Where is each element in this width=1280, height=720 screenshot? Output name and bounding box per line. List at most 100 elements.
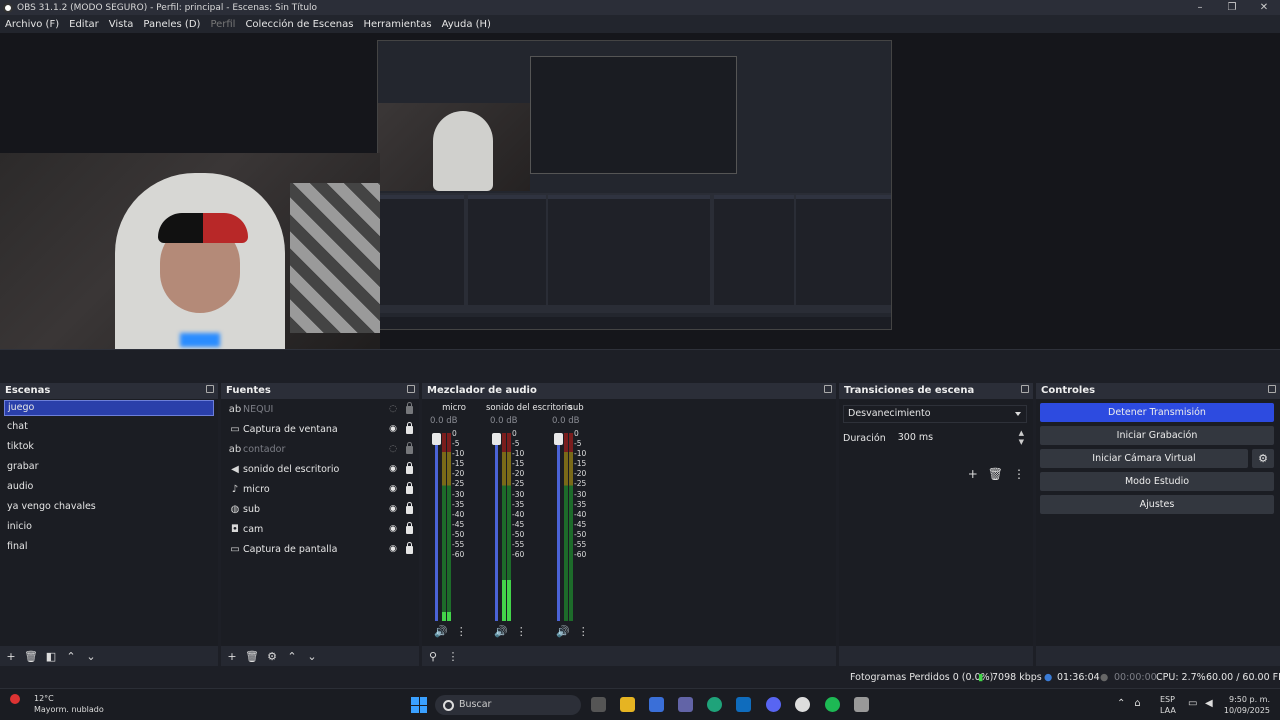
- source-item[interactable]: ▭ Captura de pantalla ◉: [221, 539, 419, 559]
- lock-icon[interactable]: [406, 542, 413, 554]
- lock-icon[interactable]: [406, 462, 413, 474]
- hidden-eye-icon[interactable]: ◌: [389, 444, 397, 454]
- minimize-icon[interactable]: –: [1184, 0, 1216, 15]
- advanced-audio-button[interactable]: ⚲: [426, 650, 440, 663]
- lock-icon[interactable]: [406, 502, 413, 514]
- volume-slider[interactable]: [435, 433, 438, 621]
- file-explorer-icon[interactable]: [620, 697, 635, 712]
- scene-item[interactable]: juego: [4, 400, 214, 416]
- source-properties-button[interactable]: ⚙: [265, 650, 279, 663]
- lock-icon[interactable]: [406, 522, 413, 534]
- volume-slider-knob[interactable]: [554, 433, 563, 445]
- transition-menu-button[interactable]: ⋮: [1013, 467, 1025, 481]
- source-item[interactable]: ▭ Captura de ventana ◉: [221, 419, 419, 439]
- discord-icon[interactable]: [766, 697, 781, 712]
- volume-slider[interactable]: [495, 433, 498, 621]
- obs-taskbar-icon[interactable]: [795, 697, 810, 712]
- spotify-icon[interactable]: [825, 697, 840, 712]
- channel-menu-icon[interactable]: ⋮: [456, 625, 467, 638]
- move-up-button[interactable]: ⌃: [64, 650, 78, 663]
- scene-item[interactable]: final: [0, 537, 218, 557]
- app-window-icon[interactable]: [854, 697, 869, 712]
- language-indicator[interactable]: ESP LAA: [1160, 694, 1176, 716]
- volume-slider-knob[interactable]: [492, 433, 501, 445]
- menu-edit[interactable]: Editar: [64, 19, 104, 30]
- menu-profile[interactable]: Perfil: [205, 19, 240, 30]
- source-item[interactable]: ◍ sub ◉: [221, 499, 419, 519]
- settings-button[interactable]: Ajustes: [1040, 495, 1274, 514]
- eye-icon[interactable]: ◉: [389, 424, 397, 434]
- scene-filters-button[interactable]: ◧: [44, 650, 58, 663]
- remove-scene-button[interactable]: 🗑: [24, 650, 38, 663]
- menu-tools[interactable]: Herramientas: [358, 19, 436, 30]
- scene-item[interactable]: chat: [0, 417, 218, 437]
- undock-icon[interactable]: [1021, 385, 1029, 393]
- start-recording-button[interactable]: Iniciar Grabación: [1040, 426, 1274, 445]
- system-tray-icons[interactable]: ⌃⌂: [1117, 698, 1150, 709]
- lock-icon[interactable]: [406, 422, 413, 434]
- edge-icon[interactable]: [707, 697, 722, 712]
- eye-icon[interactable]: ◉: [389, 464, 397, 474]
- eye-icon[interactable]: ◉: [389, 504, 397, 514]
- volume-slider-knob[interactable]: [432, 433, 441, 445]
- channel-menu-icon[interactable]: ⋮: [516, 625, 527, 638]
- add-scene-button[interactable]: +: [4, 650, 18, 663]
- mixer-menu-button[interactable]: ⋮: [446, 650, 460, 663]
- scene-item[interactable]: inicio: [0, 517, 218, 537]
- undock-icon[interactable]: [206, 385, 214, 393]
- hidden-eye-icon[interactable]: ◌: [389, 404, 397, 414]
- menu-help[interactable]: Ayuda (H): [437, 19, 496, 30]
- channel-menu-icon[interactable]: ⋮: [578, 625, 589, 638]
- eye-icon[interactable]: ◉: [389, 544, 397, 554]
- gear-icon[interactable]: ⚙: [1252, 449, 1274, 468]
- clock[interactable]: 9:50 p. m. 10/09/2025: [1224, 694, 1270, 716]
- lock-icon[interactable]: [406, 402, 413, 414]
- source-item[interactable]: ♪ micro ◉: [221, 479, 419, 499]
- source-item[interactable]: ab NEQUI ◌: [221, 399, 419, 419]
- scene-item[interactable]: tiktok: [0, 437, 218, 457]
- remove-source-button[interactable]: 🗑: [245, 650, 259, 663]
- speaker-icon[interactable]: 🔊: [494, 625, 508, 638]
- speaker-icon[interactable]: 🔊: [434, 625, 448, 638]
- source-item[interactable]: ◘ cam ◉: [221, 519, 419, 539]
- teams-icon[interactable]: [678, 697, 693, 712]
- undock-icon[interactable]: [407, 385, 415, 393]
- task-view-icon[interactable]: [591, 697, 606, 712]
- menu-docks[interactable]: Paneles (D): [138, 19, 205, 30]
- undock-icon[interactable]: [824, 385, 832, 393]
- volume-icon[interactable]: ◀: [1205, 698, 1213, 709]
- maximize-icon[interactable]: ❐: [1216, 0, 1248, 15]
- scene-item[interactable]: ya vengo chavales: [0, 497, 218, 517]
- eye-icon[interactable]: ◉: [389, 484, 397, 494]
- network-icon[interactable]: ▭: [1188, 698, 1197, 709]
- webcam-source[interactable]: [0, 153, 380, 367]
- scene-item[interactable]: audio: [0, 477, 218, 497]
- duration-input[interactable]: 300 ms ▲ ▼: [893, 429, 1027, 447]
- add-transition-button[interactable]: +: [968, 467, 978, 481]
- move-down-button[interactable]: ⌄: [84, 650, 98, 663]
- store-icon[interactable]: [649, 697, 664, 712]
- move-up-button[interactable]: ⌃: [285, 650, 299, 663]
- transition-select[interactable]: Desvanecimiento: [843, 405, 1027, 423]
- source-item[interactable]: ◀ sonido del escritorio ◉: [221, 459, 419, 479]
- close-icon[interactable]: ✕: [1248, 0, 1280, 15]
- speaker-icon[interactable]: 🔊: [556, 625, 570, 638]
- eye-icon[interactable]: ◉: [389, 524, 397, 534]
- start-virtual-camera-button[interactable]: Iniciar Cámara Virtual: [1040, 449, 1248, 468]
- menu-view[interactable]: Vista: [104, 19, 139, 30]
- lock-icon[interactable]: [406, 442, 413, 454]
- spin-arrows-icon[interactable]: ▲ ▼: [1019, 429, 1024, 447]
- scene-item[interactable]: grabar: [0, 457, 218, 477]
- screen-capture-source[interactable]: [377, 40, 892, 330]
- outlook-icon[interactable]: [736, 697, 751, 712]
- volume-slider[interactable]: [557, 433, 560, 621]
- weather-widget[interactable]: 12°C Mayorm. nublado: [10, 693, 104, 715]
- move-down-button[interactable]: ⌄: [305, 650, 319, 663]
- source-item[interactable]: ab contador ◌: [221, 439, 419, 459]
- add-source-button[interactable]: +: [225, 650, 239, 663]
- lock-icon[interactable]: [406, 482, 413, 494]
- studio-mode-button[interactable]: Modo Estudio: [1040, 472, 1274, 491]
- remove-transition-button[interactable]: 🗑: [988, 467, 1003, 481]
- undock-icon[interactable]: [1268, 385, 1276, 393]
- menu-file[interactable]: Archivo (F): [0, 19, 64, 30]
